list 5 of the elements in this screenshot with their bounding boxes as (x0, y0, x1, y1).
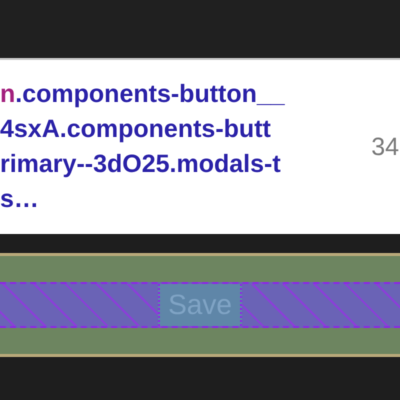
selector-text: 4sxA.components-butt (0, 114, 271, 145)
selector-text: s… (0, 184, 39, 215)
selector-text: n.components-button__ (0, 79, 285, 110)
selector-text: rimary--3dO25.modals-t (0, 149, 281, 180)
element-size-text: 34 (371, 132, 399, 162)
